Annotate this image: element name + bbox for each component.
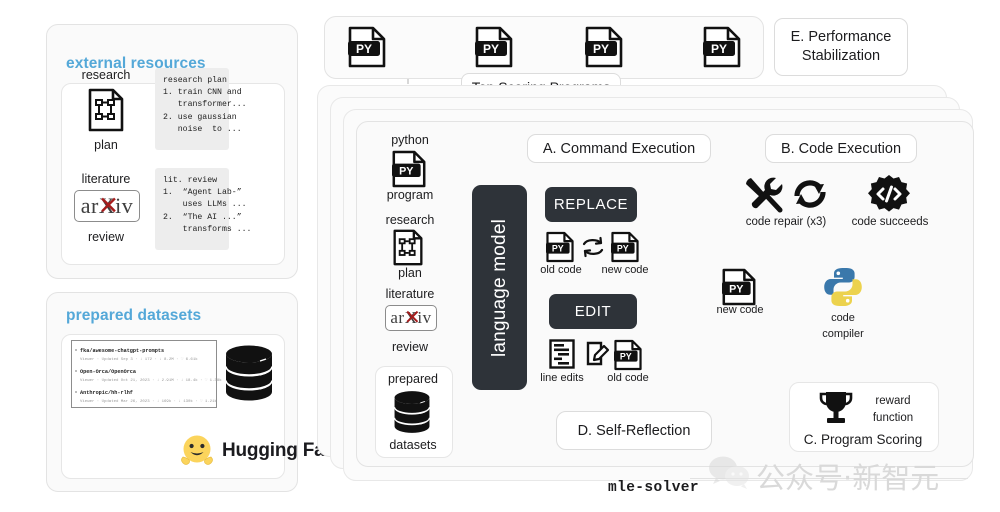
python-file-icon: PY: [546, 231, 574, 263]
code-compiler-line2: compiler: [822, 328, 864, 340]
svg-text:PY: PY: [356, 42, 372, 56]
edit-button[interactable]: EDIT: [549, 294, 637, 329]
replace-new-code-label: new code: [601, 264, 649, 276]
literature-review-code-block: lit. review 1. “Agent Lab-” uses LLMs ..…: [155, 168, 251, 250]
refresh-cycle-icon: [792, 174, 828, 219]
hugging-face-emoji: [178, 432, 216, 475]
solver-input-research-bottom: plan: [398, 266, 422, 280]
python-file-icon: PY: [614, 339, 642, 371]
section-c-title: C. Program Scoring: [803, 432, 923, 447]
bullet-icon: [75, 349, 77, 351]
replace-old-code-label: old code: [540, 264, 582, 276]
svg-text:PY: PY: [552, 243, 564, 253]
arxiv-x-icon: ✕: [98, 193, 119, 220]
solver-input-python-bottom: program: [386, 188, 434, 202]
list-item[interactable]: fka/awesome-chatgpt-prompts Viewer · Upd…: [75, 348, 210, 362]
python-file-icon: PY: [722, 268, 756, 306]
wechat-icon: [708, 455, 750, 494]
watermark-text: 公众号·新智元: [756, 461, 940, 495]
reward-function-line2: function: [872, 412, 914, 424]
section-d-title: D. Self-Reflection: [556, 411, 712, 450]
arxiv-logo: arXiv ✕: [385, 305, 437, 331]
edit-old-code-label: old code: [607, 372, 649, 384]
dataset-name: fka/awesome-chatgpt-prompts: [80, 348, 165, 354]
trophy-icon: [819, 390, 853, 433]
solver-input-python-top: python: [391, 133, 429, 147]
solver-input-literature-top: literature: [385, 287, 435, 301]
bullet-icon: [75, 391, 77, 393]
code-gear-icon: [868, 173, 910, 220]
list-item[interactable]: Open-Orca/OpenOrca Viewer · Updated Oct …: [75, 369, 222, 383]
edit-line-edits-label: line edits: [540, 372, 584, 384]
svg-text:PY: PY: [593, 42, 609, 56]
code-compiler-line1: code: [831, 312, 855, 324]
reward-function-line1: reward: [875, 395, 911, 407]
database-stack-icon: [224, 344, 274, 407]
wrench-screwdriver-icon: [743, 174, 785, 219]
dataset-meta: Viewer · Updated Mar 26, 2023 · ↓ 169k ·…: [80, 400, 217, 404]
prepared-datasets-title: prepared datasets: [66, 307, 202, 324]
performance-stabilization-line2: Stabilization: [801, 48, 881, 64]
research-plan-bottom-label: plan: [94, 138, 118, 152]
code-repair-label: code repair (x3): [745, 216, 827, 228]
svg-text:PY: PY: [617, 243, 629, 253]
dataset-meta: Viewer · Updated Sep 3 · ↓ 172 · ↓ 8.2M …: [80, 358, 198, 362]
svg-text:PY: PY: [483, 42, 499, 56]
performance-stabilization-line1: E. Performance: [790, 29, 892, 45]
section-a-title: A. Command Execution: [527, 134, 711, 163]
dataset-meta: Viewer · Updated Oct 21, 2023 · ↓ 2.91M …: [80, 379, 222, 383]
solver-input-datasets-bottom: datasets: [389, 438, 437, 452]
svg-text:PY: PY: [620, 351, 632, 361]
flowchart-document-icon: [393, 229, 423, 271]
mle-solver-caption: mle-solver: [608, 480, 700, 496]
new-code-label: new code: [716, 304, 764, 316]
svg-text:PY: PY: [399, 165, 413, 177]
list-item[interactable]: Anthropic/hh-rlhf Viewer · Updated Mar 2…: [75, 390, 217, 404]
python-file-icon: PY: [585, 26, 623, 68]
top-scoring-programs-panel: [324, 16, 764, 79]
solver-input-literature-bottom: review: [391, 340, 429, 354]
code-succeeds-label: code succeeds: [851, 216, 929, 228]
solver-input-datasets-top: prepared: [387, 372, 439, 386]
language-model-label: language model: [488, 218, 510, 357]
bullet-icon: [75, 370, 77, 372]
dataset-name: Open-Orca/OpenOrca: [80, 369, 137, 375]
arxiv-logo: arXiv ✕: [74, 190, 140, 222]
research-plan-top-label: research: [81, 68, 131, 82]
swap-arrows-icon: [581, 236, 605, 263]
performance-stabilization-badge: E. Performance Stabilization: [774, 18, 908, 76]
dataset-name: Anthropic/hh-rlhf: [80, 390, 133, 396]
section-b-title: B. Code Execution: [765, 134, 917, 163]
solver-input-research-top: research: [385, 213, 435, 227]
python-file-icon: PY: [703, 26, 741, 68]
flowchart-document-icon: [88, 88, 124, 137]
svg-text:PY: PY: [711, 42, 727, 56]
diff-lines-icon: [549, 339, 575, 374]
svg-text:PY: PY: [729, 283, 743, 295]
replace-button[interactable]: REPLACE: [545, 187, 637, 222]
dataset-list: fka/awesome-chatgpt-prompts Viewer · Upd…: [71, 340, 222, 408]
literature-review-top-label: literature: [81, 172, 131, 186]
language-model-block: language model: [472, 185, 527, 390]
database-stack-icon: [392, 390, 432, 439]
python-logo-icon: [822, 266, 864, 313]
python-file-icon: PY: [348, 26, 386, 68]
literature-review-bottom-label: review: [87, 230, 125, 244]
research-plan-code-block: research plan 1. train CNN and transform…: [155, 68, 247, 150]
pencil-square-icon: [586, 341, 610, 372]
python-file-icon: PY: [475, 26, 513, 68]
python-file-icon: PY: [611, 231, 639, 263]
python-file-icon: PY: [392, 150, 426, 188]
arxiv-x-icon: ✕: [404, 307, 421, 329]
